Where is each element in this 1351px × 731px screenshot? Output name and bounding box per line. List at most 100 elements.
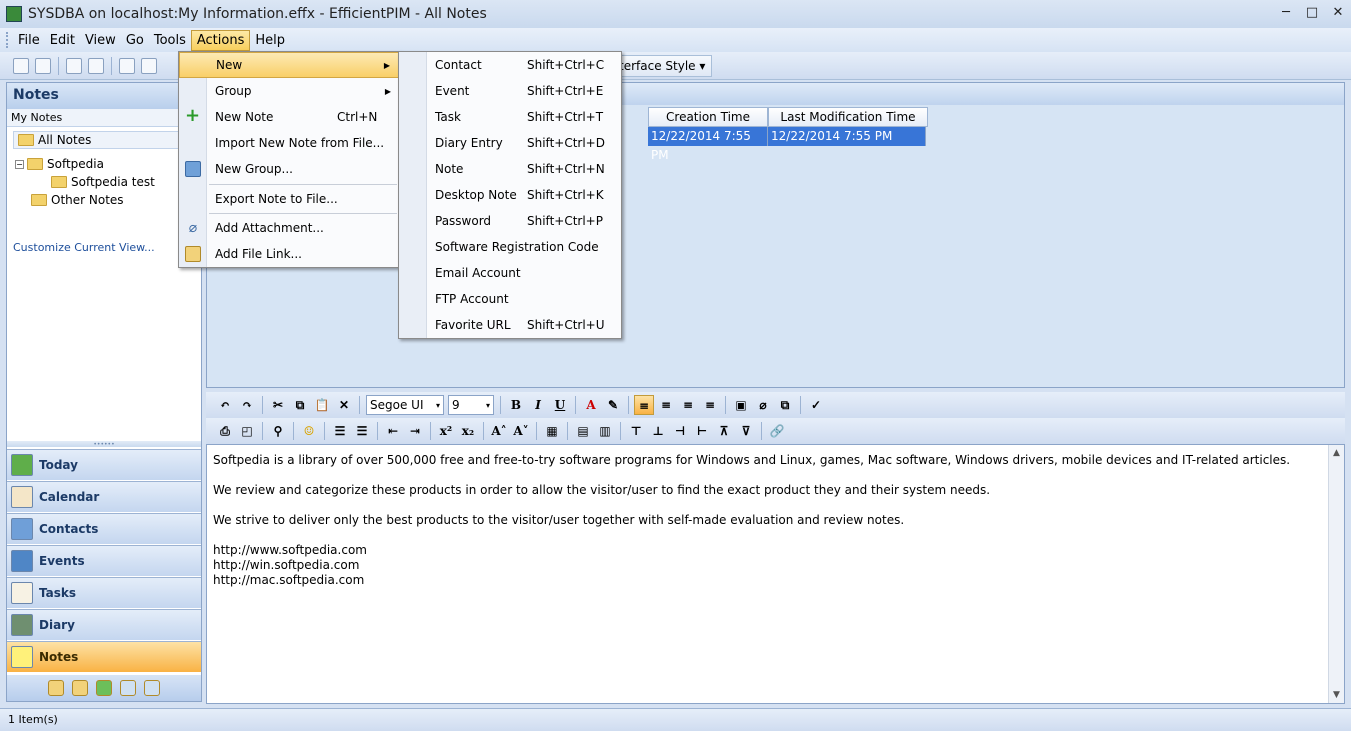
print-preview-icon[interactable] xyxy=(88,57,104,74)
menu-edit[interactable]: Edit xyxy=(45,31,80,50)
italic-button[interactable]: I xyxy=(528,395,548,415)
hyperlink-icon[interactable]: 🔗 xyxy=(767,421,787,441)
menu-item-new[interactable]: New ▶ xyxy=(179,52,399,78)
bullet-list-icon[interactable]: ☰ xyxy=(330,421,350,441)
menu-help[interactable]: Help xyxy=(250,31,290,50)
font-select[interactable]: Segoe UI ▾ xyxy=(366,395,444,415)
menu-view[interactable]: View xyxy=(80,31,121,50)
menu-item-export-note[interactable]: Export Note to File... xyxy=(179,186,399,212)
menu-item-password[interactable]: Password Shift+Ctrl+P xyxy=(399,208,621,234)
menu-file[interactable]: File xyxy=(13,31,45,50)
grow-font-icon[interactable]: A˄ xyxy=(489,421,509,441)
justify-icon[interactable]: ≡ xyxy=(700,395,720,415)
insert-image-icon[interactable]: ▣ xyxy=(731,395,751,415)
delete-col-icon[interactable]: ⊽ xyxy=(736,421,756,441)
bold-button[interactable]: B xyxy=(506,395,526,415)
table-cell[interactable]: 12/22/2014 7:55 PM xyxy=(648,127,768,162)
editor-link[interactable]: http://win.softpedia.com xyxy=(213,558,1338,573)
column-header-creation-time[interactable]: Creation Time xyxy=(648,107,768,127)
open-folder-icon[interactable] xyxy=(35,57,51,74)
table-row-icon[interactable]: ▤ xyxy=(573,421,593,441)
nav-tasks[interactable]: Tasks xyxy=(7,577,201,608)
tree-item-softpedia[interactable]: − Softpedia xyxy=(15,157,104,171)
nav-diary[interactable]: Diary xyxy=(7,609,201,640)
insert-row-above-icon[interactable]: ⊤ xyxy=(626,421,646,441)
emoticon-icon[interactable]: ☺ xyxy=(299,421,319,441)
cut-icon[interactable] xyxy=(119,57,135,74)
align-right-icon[interactable]: ≡ xyxy=(678,395,698,415)
nav-events[interactable]: Events xyxy=(7,545,201,576)
menu-item-new-note[interactable]: + New Note Ctrl+N xyxy=(179,104,399,130)
underline-button[interactable]: U xyxy=(550,395,570,415)
shrink-font-icon[interactable]: A˅ xyxy=(511,421,531,441)
menu-item-desktop-note[interactable]: Desktop Note Shift+Ctrl+K xyxy=(399,182,621,208)
cut-icon[interactable]: ✂ xyxy=(268,395,288,415)
menu-item-task[interactable]: Task Shift+Ctrl+T xyxy=(399,104,621,130)
menu-item-contact[interactable]: Contact Shift+Ctrl+C xyxy=(399,52,621,78)
copy-icon[interactable] xyxy=(141,57,157,74)
nav-notes[interactable]: Notes xyxy=(7,641,201,672)
menu-item-favorite-url[interactable]: Favorite URL Shift+Ctrl+U xyxy=(399,312,621,338)
menu-item-add-attachment[interactable]: ⌀ Add Attachment... xyxy=(179,215,399,241)
tree-item-all-notes[interactable]: All Notes xyxy=(13,131,193,149)
minimize-button[interactable]: ─ xyxy=(1273,0,1299,26)
menu-item-diary-entry[interactable]: Diary Entry Shift+Ctrl+D xyxy=(399,130,621,156)
editor-link[interactable]: http://www.softpedia.com xyxy=(213,543,1338,558)
size-select[interactable]: 9 ▾ xyxy=(448,395,494,415)
align-center-icon[interactable]: ≡ xyxy=(656,395,676,415)
splitter-grip[interactable]: •••••• xyxy=(7,441,201,448)
copy-icon[interactable]: ⧉ xyxy=(290,395,310,415)
menu-item-event[interactable]: Event Shift+Ctrl+E xyxy=(399,78,621,104)
indent-icon[interactable]: ⇥ xyxy=(405,421,425,441)
redo-icon[interactable]: ↷ xyxy=(237,395,257,415)
paste-icon[interactable]: 📋 xyxy=(312,395,332,415)
print-preview-icon[interactable]: ◰ xyxy=(237,421,257,441)
new-doc-icon[interactable] xyxy=(13,57,29,74)
find-icon[interactable]: ⚲ xyxy=(268,421,288,441)
insert-col-left-icon[interactable]: ⊣ xyxy=(670,421,690,441)
numbered-list-icon[interactable]: ☰ xyxy=(352,421,372,441)
menu-actions[interactable]: Actions xyxy=(190,29,251,51)
align-left-icon[interactable]: ≡ xyxy=(634,395,654,415)
globe-icon[interactable] xyxy=(96,680,112,696)
menu-item-group[interactable]: Group ▶ xyxy=(179,78,399,104)
subscript-button[interactable]: x₂ xyxy=(458,421,478,441)
tree-item-other-notes[interactable]: Other Notes xyxy=(31,193,124,207)
menubar-grip[interactable] xyxy=(6,32,9,48)
delete-icon[interactable]: ✕ xyxy=(334,395,354,415)
insert-col-right-icon[interactable]: ⊢ xyxy=(692,421,712,441)
collapse-icon[interactable]: − xyxy=(15,159,24,169)
highlight-icon[interactable]: ✎ xyxy=(603,395,623,415)
menu-item-email-account[interactable]: Email Account xyxy=(399,260,621,286)
close-button[interactable]: ✕ xyxy=(1325,0,1351,26)
key-icon[interactable] xyxy=(72,680,88,696)
print-icon[interactable] xyxy=(66,57,82,74)
table-col-icon[interactable]: ▥ xyxy=(595,421,615,441)
menu-item-import-note[interactable]: Import New Note from File... xyxy=(179,130,399,156)
file-link-icon[interactable]: ⧉ xyxy=(775,395,795,415)
menu-item-ftp-account[interactable]: FTP Account xyxy=(399,286,621,312)
clipboard-icon[interactable] xyxy=(48,680,64,696)
interface-style-dropdown[interactable]: terface Style ▾ xyxy=(612,55,713,77)
note-editor[interactable]: Softpedia is a library of over 500,000 f… xyxy=(206,444,1345,704)
print-icon[interactable]: ⎙ xyxy=(215,421,235,441)
column-header-last-modification-time[interactable]: Last Modification Time xyxy=(768,107,928,127)
editor-scrollbar[interactable]: ▲ ▼ xyxy=(1328,445,1344,703)
shortcut-icon[interactable] xyxy=(144,680,160,696)
menu-item-software-registration-code[interactable]: Software Registration Code xyxy=(399,234,621,260)
menu-item-new-group[interactable]: New Group... xyxy=(179,156,399,182)
nav-today[interactable]: Today xyxy=(7,449,201,480)
spellcheck-icon[interactable]: ✓ xyxy=(806,395,826,415)
superscript-button[interactable]: x² xyxy=(436,421,456,441)
undo-icon[interactable]: ↶ xyxy=(215,395,235,415)
nav-calendar[interactable]: Calendar xyxy=(7,481,201,512)
nav-contacts[interactable]: Contacts xyxy=(7,513,201,544)
menu-tools[interactable]: Tools xyxy=(149,31,191,50)
scroll-up-icon[interactable]: ▲ xyxy=(1329,445,1344,461)
attachment-icon[interactable]: ⌀ xyxy=(753,395,773,415)
maximize-button[interactable]: □ xyxy=(1299,0,1325,26)
menu-item-add-file-link[interactable]: Add File Link... xyxy=(179,241,399,267)
search-icon[interactable] xyxy=(120,680,136,696)
customize-view-link[interactable]: Customize Current View... xyxy=(13,241,155,254)
editor-link[interactable]: http://mac.softpedia.com xyxy=(213,573,1338,588)
